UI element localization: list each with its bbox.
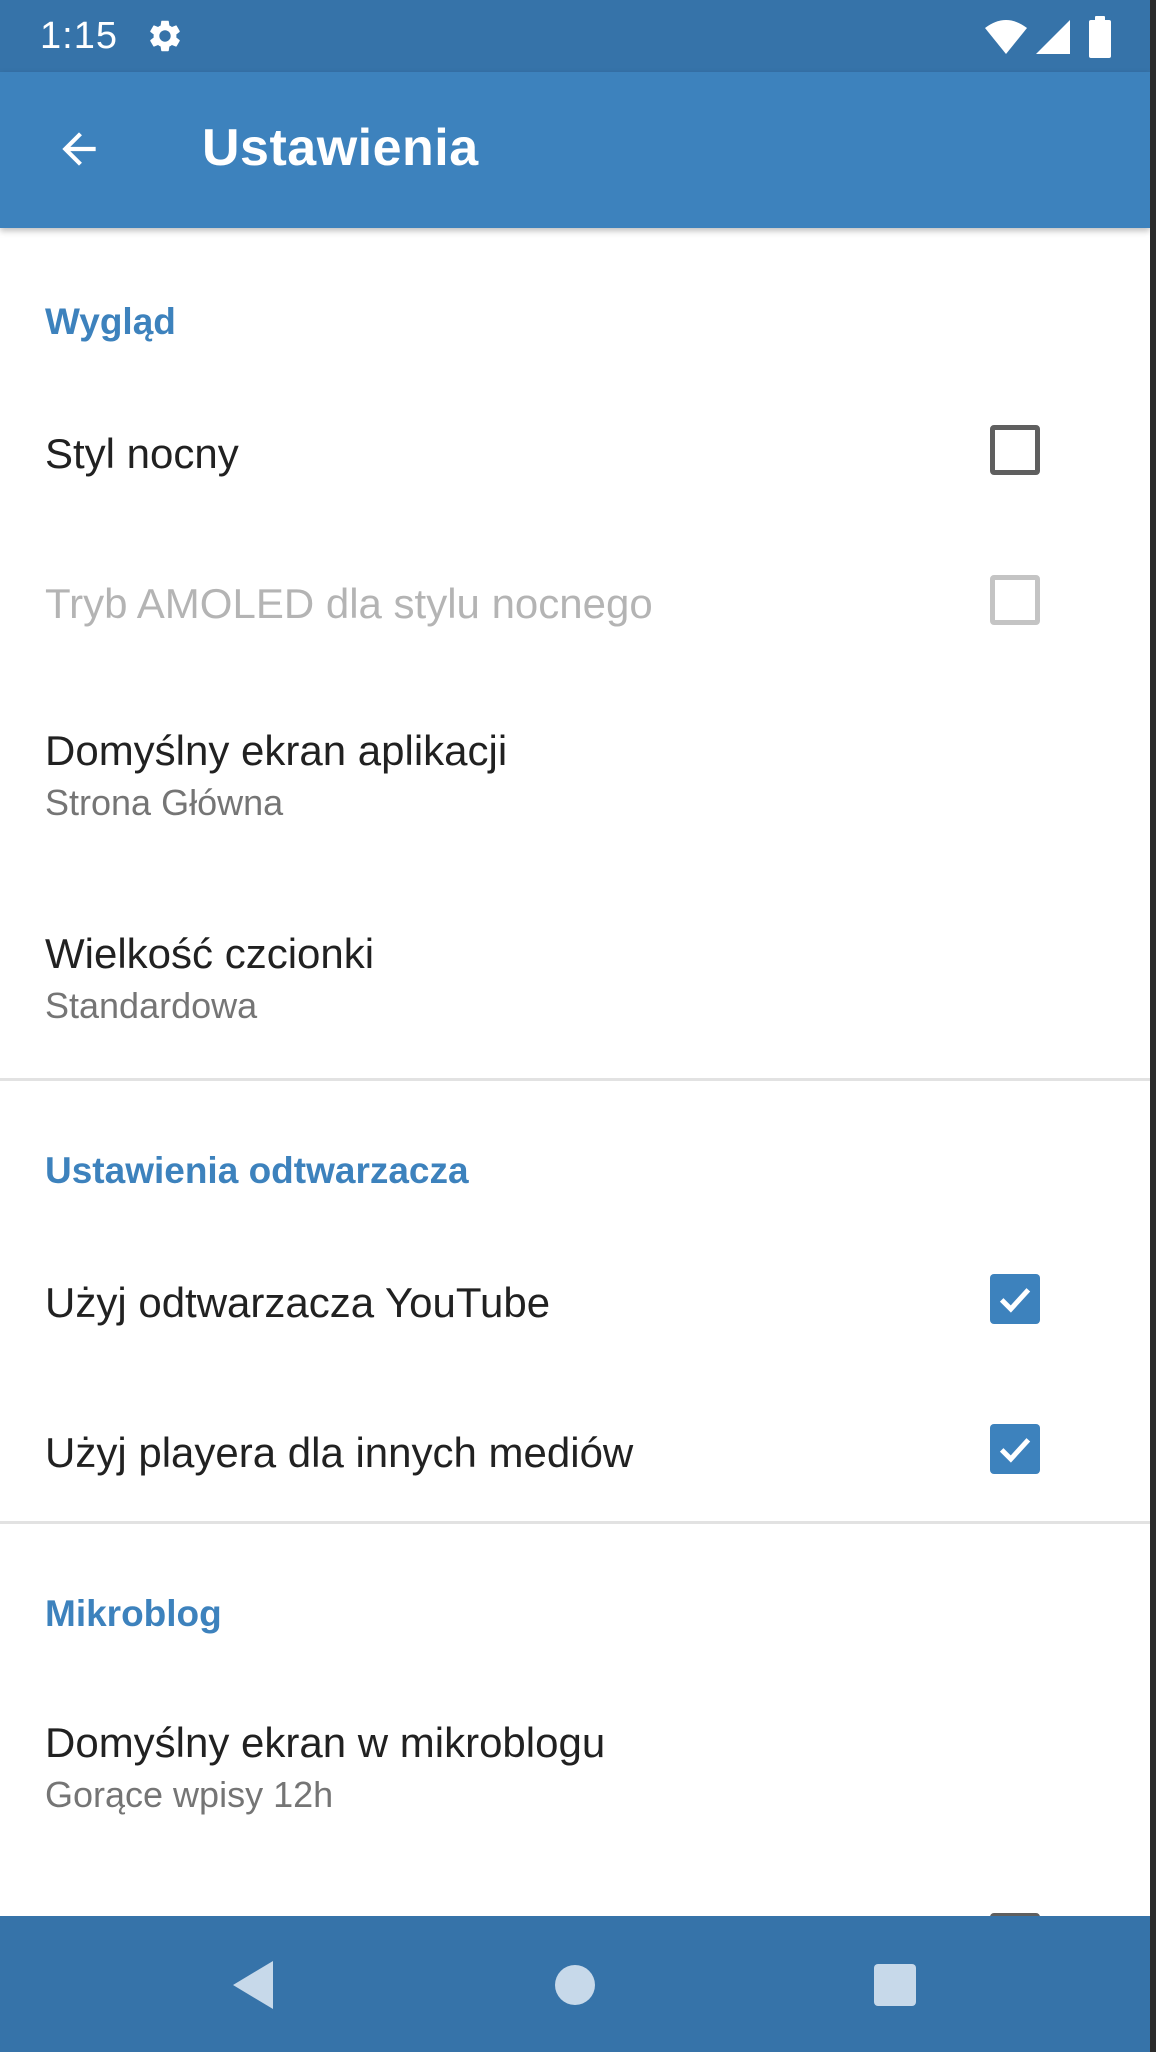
pref-summary: Standardowa (45, 985, 258, 1026)
pref-font-size[interactable]: Wielkość czcionki Standardowa (0, 881, 1150, 1084)
section-header-player: Ustawienia odtwarzacza (45, 1150, 469, 1191)
pref-youtube-player[interactable]: Użyj odtwarzacza YouTube (0, 1227, 1150, 1377)
app-bar: Ustawienia (0, 72, 1150, 228)
nav-recents-icon (874, 1964, 916, 2006)
pref-title: Domyślny ekran aplikacji (45, 727, 508, 774)
pref-title: Użyj playera dla innych mediów (45, 1429, 634, 1476)
pref-title: Tryb AMOLED dla stylu nocnego (45, 580, 653, 627)
section-header-microblog: Mikroblog (45, 1593, 222, 1634)
pref-microblog-default-screen[interactable]: Domyślny ekran w mikroblogu Gorące wpisy… (0, 1670, 1150, 1873)
pref-title: Domyślny ekran w mikroblogu (45, 1719, 606, 1766)
signal-icon (1034, 18, 1072, 56)
gear-icon (146, 17, 184, 55)
arrow-back-icon (62, 132, 96, 166)
nav-home-button[interactable] (540, 1950, 610, 2020)
other-media-player-checkbox[interactable] (990, 1424, 1040, 1474)
amoled-checkbox (990, 575, 1040, 625)
status-bar: 1:15 (0, 0, 1150, 72)
back-button[interactable] (38, 108, 120, 190)
nav-recents-button[interactable] (860, 1950, 930, 2020)
battery-icon (1088, 16, 1112, 58)
pref-summary: Gorące wpisy 12h (45, 1774, 334, 1815)
pref-other-media-player[interactable]: Użyj playera dla innych mediów (0, 1377, 1150, 1527)
section-header-appearance: Wygląd (45, 301, 176, 342)
youtube-player-checkbox[interactable] (990, 1274, 1040, 1324)
checkmark-icon (999, 1288, 1031, 1313)
pref-default-screen[interactable]: Domyślny ekran aplikacji Strona Główna (0, 678, 1150, 881)
section-divider (0, 1521, 1150, 1524)
nav-back-button[interactable] (219, 1950, 289, 2020)
page-title: Ustawienia (202, 119, 479, 177)
section-divider (0, 1078, 1150, 1081)
status-time: 1:15 (40, 15, 118, 57)
pref-title: Styl nocny (45, 430, 239, 477)
pref-title: Użyj odtwarzacza YouTube (45, 1279, 551, 1326)
nav-back-icon (233, 1961, 273, 2009)
nav-home-icon (555, 1965, 595, 2005)
pref-night-style[interactable]: Styl nocny (0, 378, 1150, 528)
pref-amoled: Tryb AMOLED dla stylu nocnego (0, 528, 1150, 678)
pref-title: Wielkość czcionki (45, 930, 375, 977)
pref-next-partial[interactable] (0, 1873, 1150, 1916)
navigation-bar (0, 1916, 1150, 2052)
settings-list[interactable]: Wygląd Styl nocny Tryb AMOLED dla stylu … (0, 228, 1150, 1916)
night-style-checkbox[interactable] (990, 425, 1040, 475)
wifi-icon (984, 18, 1028, 56)
settings-screen: 1:15 Ustawienia Wygląd Styl nocny Tryb A… (0, 0, 1150, 2052)
checkmark-icon (999, 1438, 1031, 1463)
pref-summary: Strona Główna (45, 782, 284, 823)
